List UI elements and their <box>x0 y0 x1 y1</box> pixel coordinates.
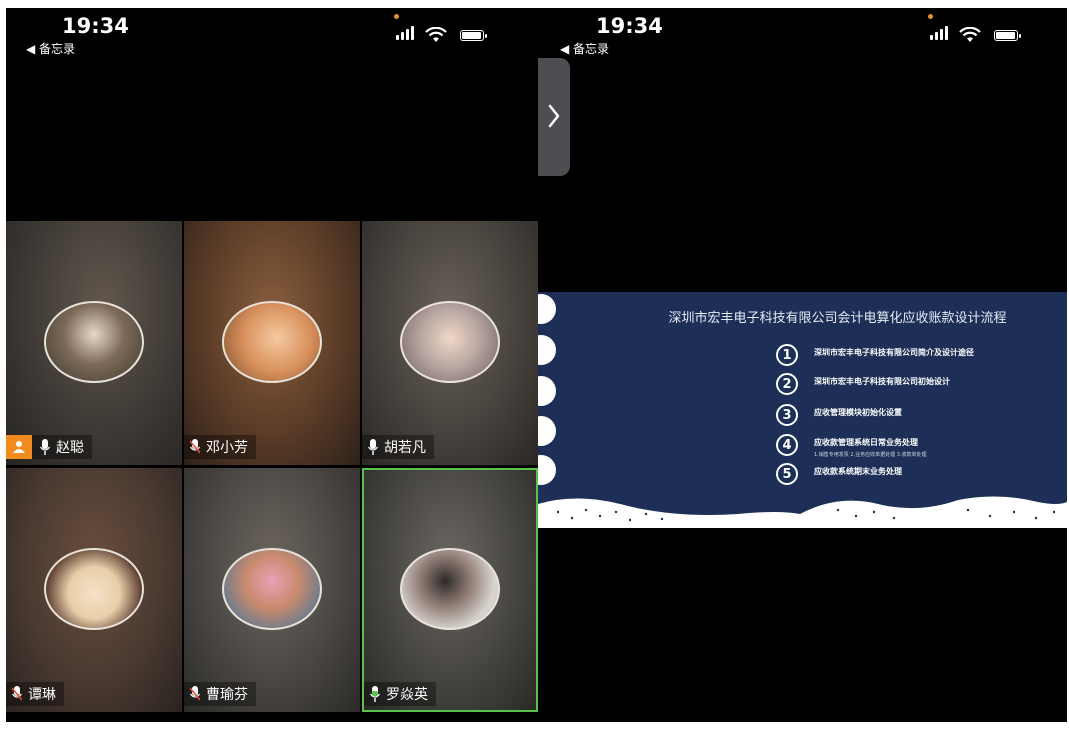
slide-step: 5 应收款系统期末业务处理 <box>776 463 902 485</box>
privacy-indicator <box>394 14 399 19</box>
status-icons <box>394 14 487 44</box>
privacy-indicator <box>928 14 933 19</box>
slide-wave-decoration <box>538 496 1067 528</box>
mic-muted-icon <box>190 686 200 701</box>
participant-tile[interactable]: 曹瑜芬 <box>184 468 360 712</box>
status-time: 19:34 <box>62 14 129 38</box>
participant-name-tag: 曹瑜芬 <box>184 682 256 706</box>
shared-slide: 深圳市宏丰电子科技有限公司会计电算化应收账款设计流程 1 深圳市宏丰电子科技有限… <box>538 292 1067 528</box>
participant-tile[interactable]: 邓小芳 <box>184 221 360 465</box>
participant-tile-active-speaker[interactable]: 罗焱英 <box>362 468 538 712</box>
step-label: 应收款管理系统日常业务处理 <box>814 438 918 447</box>
participant-tile[interactable]: 赵聪 <box>6 221 182 465</box>
wifi-icon <box>959 27 981 42</box>
meeting-gallery-screen: 19:34 ◀ 备忘录 赵聪 邓小芳 胡若凡 谭琳 曹瑜芬 罗焱英 <box>6 8 538 722</box>
participant-avatar <box>44 548 144 630</box>
participant-name-tag: 谭琳 <box>6 682 64 706</box>
slide-decoration <box>538 416 556 446</box>
slide-step: 3 应收管理模块初始化设置 <box>776 404 902 426</box>
participant-name: 谭琳 <box>28 687 56 703</box>
step-sublabel: 1.销售专用发票 2.业务应收单据处理 3.收款单处理 <box>814 452 927 458</box>
participant-tile[interactable]: 胡若凡 <box>362 221 538 465</box>
step-number: 1 <box>776 344 798 366</box>
slide-step: 1 深圳市宏丰电子科技有限公司简介及设计途径 <box>776 344 974 366</box>
step-number: 5 <box>776 463 798 485</box>
slide-step: 2 深圳市宏丰电子科技有限公司初始设计 <box>776 373 950 395</box>
step-label: 深圳市宏丰电子科技有限公司简介及设计途径 <box>814 348 974 357</box>
participant-name-tag: 胡若凡 <box>362 435 434 459</box>
wifi-icon <box>425 27 447 42</box>
participant-avatar <box>400 548 500 630</box>
mic-muted-icon <box>12 686 22 701</box>
participant-name-tag: 罗焱英 <box>364 682 436 706</box>
participant-name: 罗焱英 <box>386 687 428 703</box>
back-to-notes-link[interactable]: ◀ 备忘录 <box>26 40 75 57</box>
battery-icon <box>994 30 1021 41</box>
back-to-notes-link[interactable]: ◀ 备忘录 <box>560 40 609 57</box>
participant-name-tag: 赵聪 <box>6 435 92 459</box>
status-icons <box>928 14 1021 44</box>
mic-speaking-icon <box>370 686 380 702</box>
participant-avatar <box>44 301 144 383</box>
participant-name: 邓小芳 <box>206 440 248 456</box>
step-number: 3 <box>776 404 798 426</box>
step-label: 深圳市宏丰电子科技有限公司初始设计 <box>814 377 950 386</box>
screen-share-view: 19:34 ◀ 备忘录 深圳市宏丰电子科技有限公司会计电算化应收账款设计流程 1… <box>538 8 1067 722</box>
battery-icon <box>460 30 487 41</box>
participant-avatar <box>222 548 322 630</box>
step-number: 4 <box>776 434 798 456</box>
mic-muted-icon <box>190 439 200 454</box>
slide-decoration <box>538 335 556 365</box>
slide-step: 4 应收款管理系统日常业务处理 1.销售专用发票 2.业务应收单据处理 3.收款… <box>776 434 927 458</box>
step-number: 2 <box>776 373 798 395</box>
slide-decoration <box>538 455 556 485</box>
participant-tile[interactable]: 谭琳 <box>6 468 182 712</box>
step-label: 应收款系统期末业务处理 <box>814 467 902 476</box>
participant-avatar <box>400 301 500 383</box>
participant-name: 曹瑜芬 <box>206 687 248 703</box>
expand-panel-button[interactable] <box>538 58 570 176</box>
participant-avatar <box>222 301 322 383</box>
status-time: 19:34 <box>596 14 663 38</box>
chevron-right-icon <box>548 104 560 128</box>
step-label: 应收管理模块初始化设置 <box>814 408 902 417</box>
host-icon <box>6 435 32 459</box>
slide-decoration <box>538 376 556 406</box>
participant-name: 胡若凡 <box>384 440 426 456</box>
mic-icon <box>368 439 378 455</box>
participant-name: 赵聪 <box>56 440 84 456</box>
mic-icon <box>40 439 50 455</box>
participant-name-tag: 邓小芳 <box>184 435 256 459</box>
slide-title: 深圳市宏丰电子科技有限公司会计电算化应收账款设计流程 <box>668 311 1007 326</box>
